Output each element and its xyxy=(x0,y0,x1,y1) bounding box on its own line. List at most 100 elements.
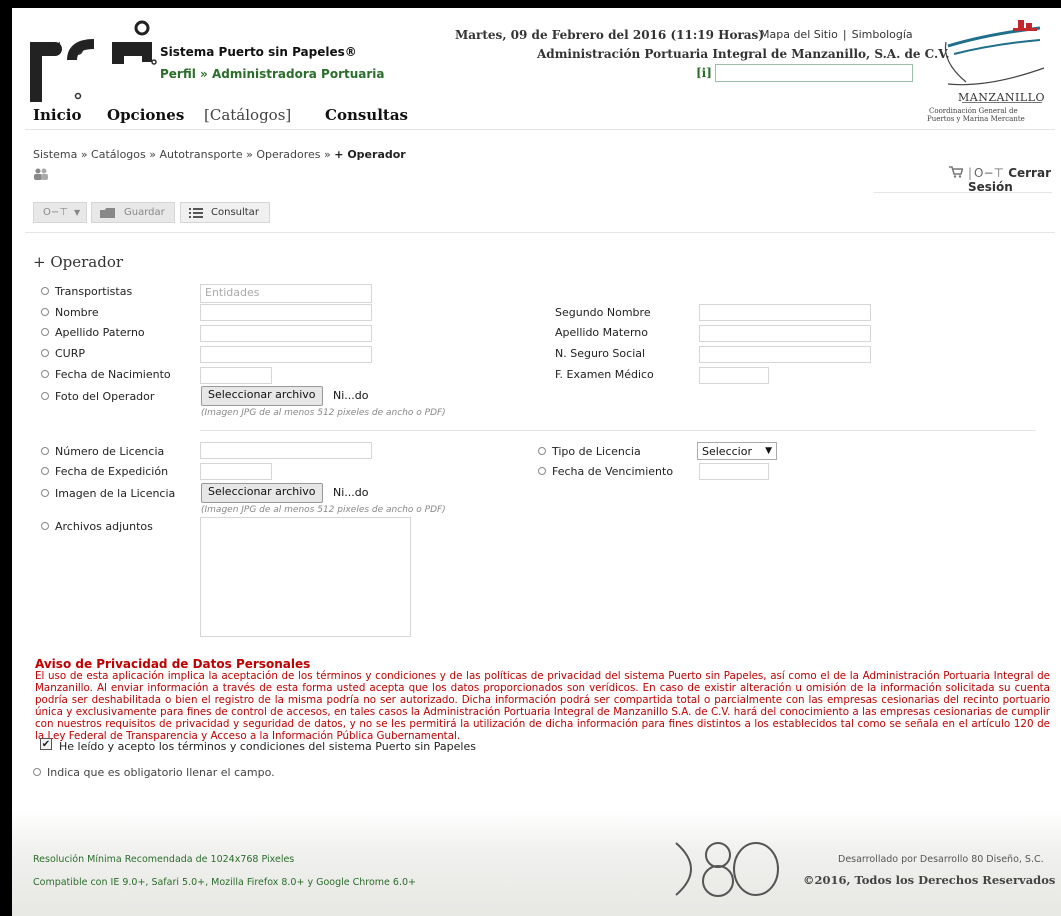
link-separator: | xyxy=(842,28,847,41)
footer-resolution: Resolución Mínima Recomendada de 1024x76… xyxy=(33,854,295,865)
users-icon xyxy=(34,168,48,180)
key-icon: O−⊤ xyxy=(43,207,68,218)
curp-input[interactable] xyxy=(200,346,372,363)
breadcrumb-separator: » xyxy=(246,148,253,161)
organization-name: Administración Portuaria Integral de Man… xyxy=(537,47,950,61)
breadcrumb-autotransporte[interactable]: Autotransporte xyxy=(160,148,243,161)
session-divider xyxy=(874,192,1052,193)
required-indicator xyxy=(41,447,49,455)
nav-opciones[interactable]: Opciones xyxy=(107,106,184,124)
label-apellido-paterno: Apellido Paterno xyxy=(41,326,145,339)
breadcrumb-separator: » xyxy=(324,148,331,161)
foto-operador-hint: (Imagen JPG de al menos 512 pixeles de a… xyxy=(201,408,446,418)
logout-link[interactable]: | O−⊤ Cerrar Sesión xyxy=(968,166,1061,194)
footer-copyright: ©2016, Todos los Derechos Reservados xyxy=(803,873,1056,887)
manzanillo-subtitle-1: Coordinación General de xyxy=(929,107,1018,115)
nav-divider xyxy=(25,129,1055,130)
label-tipo-licencia: Tipo de Licencia xyxy=(538,445,641,458)
label-examen-medico: F. Examen Médico xyxy=(555,368,654,381)
user-profile: Perfil » Administradora Portuaria xyxy=(160,67,385,81)
fecha-vencimiento-input[interactable] xyxy=(699,463,769,480)
fecha-expedicion-input[interactable] xyxy=(200,463,272,480)
manzanillo-title: MANZANILLO xyxy=(958,91,1046,104)
label-nss: N. Seguro Social xyxy=(555,347,646,360)
label-fecha-nacimiento: Fecha de Nacimiento xyxy=(41,368,171,381)
imagen-licencia-file-name: Ni...do xyxy=(333,486,369,499)
logout-separator: | xyxy=(968,166,973,180)
foto-operador-file-name: Ni...do xyxy=(333,389,369,402)
breadcrumb-separator: » xyxy=(149,148,156,161)
psp-logo xyxy=(30,20,157,102)
current-date: Martes, 09 de Febrero del 2016 (11:19 Ho… xyxy=(455,28,764,42)
key-icon: O−⊤ xyxy=(974,166,1004,180)
numero-licencia-input[interactable] xyxy=(200,442,372,459)
header-search-input[interactable] xyxy=(715,64,913,82)
nav-consultas[interactable]: Consultas xyxy=(325,106,408,124)
nombre-input[interactable] xyxy=(200,304,372,321)
required-indicator xyxy=(41,522,49,530)
developer-logo xyxy=(675,842,779,897)
foto-operador-file-button[interactable]: Seleccionar archivo xyxy=(201,386,323,406)
chevron-down-icon: ▼ xyxy=(73,208,81,217)
breadcrumb-separator: » xyxy=(80,148,88,161)
label-archivos-adjuntos: Archivos adjuntos xyxy=(41,520,153,533)
breadcrumb-operadores[interactable]: Operadores xyxy=(256,148,320,161)
required-indicator xyxy=(41,349,49,357)
nss-input[interactable] xyxy=(699,346,871,363)
transportistas-input[interactable]: Entidades xyxy=(200,284,372,303)
privacy-title: Aviso de Privacidad de Datos Personales xyxy=(35,657,311,671)
label-curp: CURP xyxy=(41,347,85,360)
list-icon xyxy=(189,207,203,218)
save-label: Guardar xyxy=(124,207,165,218)
required-field-note: Indica que es obligatorio llenar el camp… xyxy=(33,766,275,779)
label-segundo-nombre: Segundo Nombre xyxy=(555,306,651,319)
nav-inicio[interactable]: Inicio xyxy=(33,106,81,124)
archivos-adjuntos-box[interactable] xyxy=(200,517,411,637)
cart-icon[interactable] xyxy=(949,166,963,178)
key-menu-button[interactable]: O−⊤ ▼ xyxy=(33,202,87,223)
segundo-nombre-input[interactable] xyxy=(699,304,871,321)
form-title: + Operador xyxy=(33,253,124,271)
label-apellido-materno: Apellido Materno xyxy=(555,326,648,339)
footer-compatibility: Compatible con IE 9.0+, Safari 5.0+, Moz… xyxy=(33,877,416,888)
chevron-down-icon: ▼ xyxy=(765,446,772,456)
required-indicator xyxy=(41,467,49,475)
label-transportistas: Transportistas xyxy=(41,285,132,298)
apellido-materno-input[interactable] xyxy=(699,325,871,342)
breadcrumb-current: + Operador xyxy=(334,148,406,161)
apellido-paterno-input[interactable] xyxy=(200,325,372,342)
save-button[interactable]: Guardar xyxy=(91,202,175,223)
folder-icon xyxy=(100,207,115,218)
required-indicator xyxy=(41,489,49,497)
label-imagen-licencia: Imagen de la Licencia xyxy=(41,487,175,500)
required-indicator xyxy=(41,287,49,295)
examen-medico-input[interactable] xyxy=(699,367,769,384)
fecha-nacimiento-input[interactable] xyxy=(200,367,272,384)
label-fecha-vencimiento: Fecha de Vencimiento xyxy=(538,465,673,478)
privacy-text: El uso de esta aplicación implica la ace… xyxy=(35,670,1050,742)
form-divider xyxy=(200,430,1036,431)
tipo-licencia-select[interactable]: Seleccior ▼ xyxy=(697,442,777,460)
symbology-link[interactable]: Simbología xyxy=(852,28,913,41)
label-nombre: Nombre xyxy=(41,306,99,319)
breadcrumb-catalogos[interactable]: Catálogos xyxy=(91,148,146,161)
required-indicator xyxy=(538,447,546,455)
imagen-licencia-file-button[interactable]: Seleccionar archivo xyxy=(201,483,323,503)
toolbar-divider xyxy=(25,232,1055,233)
required-indicator xyxy=(41,392,49,400)
consult-label: Consultar xyxy=(211,207,259,218)
footer-developed-by: Desarrollado por Desarrollo 80 Diseño, S… xyxy=(838,854,1044,865)
label-fecha-expedicion: Fecha de Expedición xyxy=(41,465,168,478)
consult-button[interactable]: Consultar xyxy=(180,202,270,223)
required-indicator xyxy=(41,370,49,378)
breadcrumb-sistema[interactable]: Sistema xyxy=(33,148,77,161)
accept-terms-checkbox[interactable]: ✔ xyxy=(40,738,52,750)
window-frame-top xyxy=(0,0,1061,8)
system-name: Sistema Puerto sin Papeles® xyxy=(160,45,357,59)
label-foto-operador: Foto del Operador xyxy=(41,390,154,403)
nav-catalogos[interactable]: [Catálogos] xyxy=(204,106,291,124)
info-link[interactable]: [i] xyxy=(696,66,712,80)
site-map-link[interactable]: Mapa del Sitio xyxy=(760,28,838,41)
manzanillo-subtitle-2: Puertos y Marina Mercante xyxy=(927,115,1025,123)
tipo-licencia-selected: Seleccior xyxy=(702,444,752,458)
